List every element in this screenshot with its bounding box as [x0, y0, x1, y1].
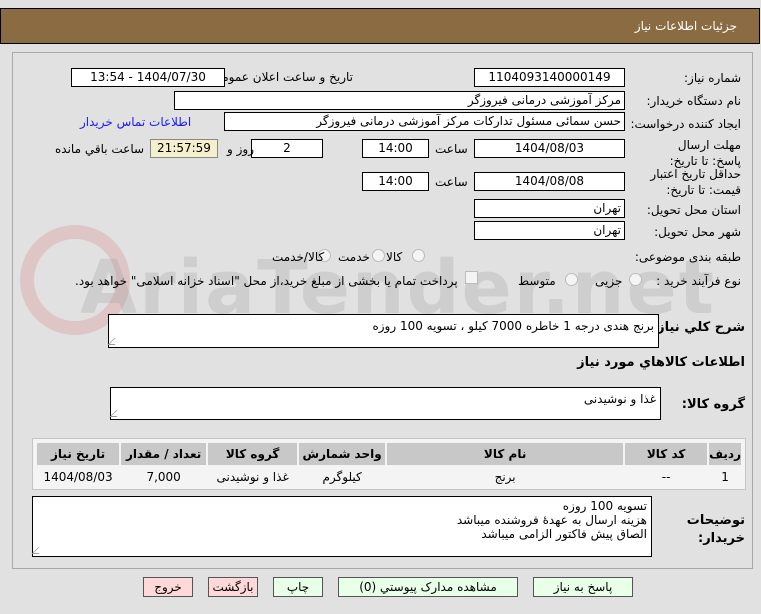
buyer-notes-textarea[interactable]: تسویه 100 روزه هزینه ارسال به عهدهٔ فروش…	[32, 496, 652, 557]
creator-label: ایجاد کننده درخواست:	[630, 117, 741, 131]
need-number-field[interactable]: 1104093140000149	[474, 68, 625, 87]
validity-date-field[interactable]: 1404/08/08	[474, 172, 625, 191]
note-line: تسویه 100 روزه	[562, 499, 647, 513]
category-option-service: خدمت	[338, 250, 370, 264]
reply-time-label: ساعت	[435, 142, 468, 156]
cell-date: 1404/08/03	[37, 467, 120, 487]
category-label: طبقه بندی موضوعی:	[634, 250, 741, 264]
goods-group-label: گروه کالا:	[681, 397, 745, 412]
validity-time-label: ساعت	[435, 175, 468, 189]
reply-time-field[interactable]: 14:00	[362, 139, 429, 158]
process-option-minor: جزیی	[595, 274, 623, 288]
goods-table: رديف کد کالا نام کالا واحد شمارش گروه کا…	[32, 438, 746, 490]
buyer-contact-link[interactable]: اطلاعات تماس خریدار	[80, 115, 191, 129]
cell-code: --	[625, 467, 708, 487]
cell-unit: کیلوگرم	[299, 467, 386, 487]
reply-date-field[interactable]: 1404/08/03	[474, 139, 625, 158]
category-option-goods: کالا	[386, 250, 403, 264]
view-attachments-button[interactable]: مشاهده مدارک پيوستي (0)	[338, 577, 518, 597]
province-label: استان محل تحویل:	[646, 203, 741, 217]
cell-qty: 7,000	[121, 467, 207, 487]
buyer-org-label: نام دستگاه خریدار:	[646, 94, 742, 108]
cell-name: برنج	[387, 467, 624, 487]
col-group: گروه کالا	[208, 443, 298, 465]
col-row: رديف	[709, 443, 741, 465]
city-label: شهر محل تحویل:	[654, 225, 741, 239]
process-radio-medium[interactable]	[565, 273, 578, 286]
back-button[interactable]: بازگشت	[208, 577, 258, 597]
page-header: جزئیات اطلاعات نیاز	[0, 8, 760, 44]
province-field[interactable]: تهران	[474, 199, 625, 218]
days-label: روز و	[227, 142, 254, 156]
reply-deadline-label: مهلت ارسال پاسخ: تا تاریخ:	[669, 138, 741, 168]
category-radio-service[interactable]	[372, 249, 385, 262]
exit-button[interactable]: خروج	[143, 577, 193, 597]
table-row: 1 -- برنج کیلوگرم غذا و نوشیدنی 7,000 14…	[37, 467, 741, 487]
validity-time-field[interactable]: 14:00	[362, 172, 429, 191]
announce-label: تاریخ و ساعت اعلان عمومی:	[208, 70, 353, 84]
process-label: نوع فرآیند خرید :	[656, 274, 741, 288]
cell-row: 1	[709, 467, 741, 487]
treasury-payment-note: پرداخت تمام یا بخشی از مبلغ خرید،از محل …	[75, 274, 458, 288]
print-button[interactable]: چاپ	[273, 577, 323, 597]
cell-group: غذا و نوشیدنی	[208, 467, 298, 487]
category-radio-goods[interactable]	[412, 249, 425, 262]
need-number-label: شماره نیاز:	[684, 71, 741, 85]
announce-datetime-field[interactable]: 1404/07/30 - 13:54	[71, 68, 225, 87]
treasury-payment-checkbox[interactable]	[465, 271, 478, 284]
process-option-medium: متوسط	[518, 274, 556, 288]
col-code: کد کالا	[625, 443, 708, 465]
goods-group-textarea[interactable]: غذا و نوشیدنی	[110, 387, 661, 420]
days-field[interactable]: 2	[251, 139, 323, 158]
col-date: تاریخ نیاز	[37, 443, 120, 465]
note-line: الصاق پیش فاکتور الزامی میباشد	[481, 527, 647, 541]
col-unit: واحد شمارش	[299, 443, 386, 465]
remaining-time: 21:57:59	[150, 139, 218, 158]
buyer-org-field[interactable]: مرکز آموزشی درمانی فیروزگر	[174, 91, 625, 110]
description-textarea[interactable]: برنج هندی درجه 1 خاطره 7000 کیلو ، تسویه…	[108, 314, 659, 348]
process-radio-minor[interactable]	[629, 273, 642, 286]
note-line: هزینه ارسال به عهدهٔ فروشنده میباشد	[456, 513, 647, 527]
table-header-row: رديف کد کالا نام کالا واحد شمارش گروه کا…	[37, 443, 741, 465]
creator-field[interactable]: حسن سمائی مسئول تدارکات مرکز آموزشی درما…	[224, 112, 625, 131]
category-option-both: کالا/خدمت	[272, 250, 325, 264]
remaining-label: ساعت باقي مانده	[55, 142, 145, 156]
reply-button[interactable]: پاسخ به نياز	[533, 577, 633, 597]
goods-info-title: اطلاعات کالاهاي مورد نياز	[577, 355, 745, 370]
description-label: شرح کلي نياز:	[651, 320, 745, 335]
validity-label: حداقل تاریخ اعتبار قیمت: تا تاریخ:	[650, 167, 741, 197]
city-field[interactable]: تهران	[474, 221, 625, 240]
col-qty: تعداد / مقدار	[121, 443, 207, 465]
col-name: نام کالا	[387, 443, 624, 465]
buyer-notes-label: توضيحات خريدار:	[686, 513, 745, 546]
